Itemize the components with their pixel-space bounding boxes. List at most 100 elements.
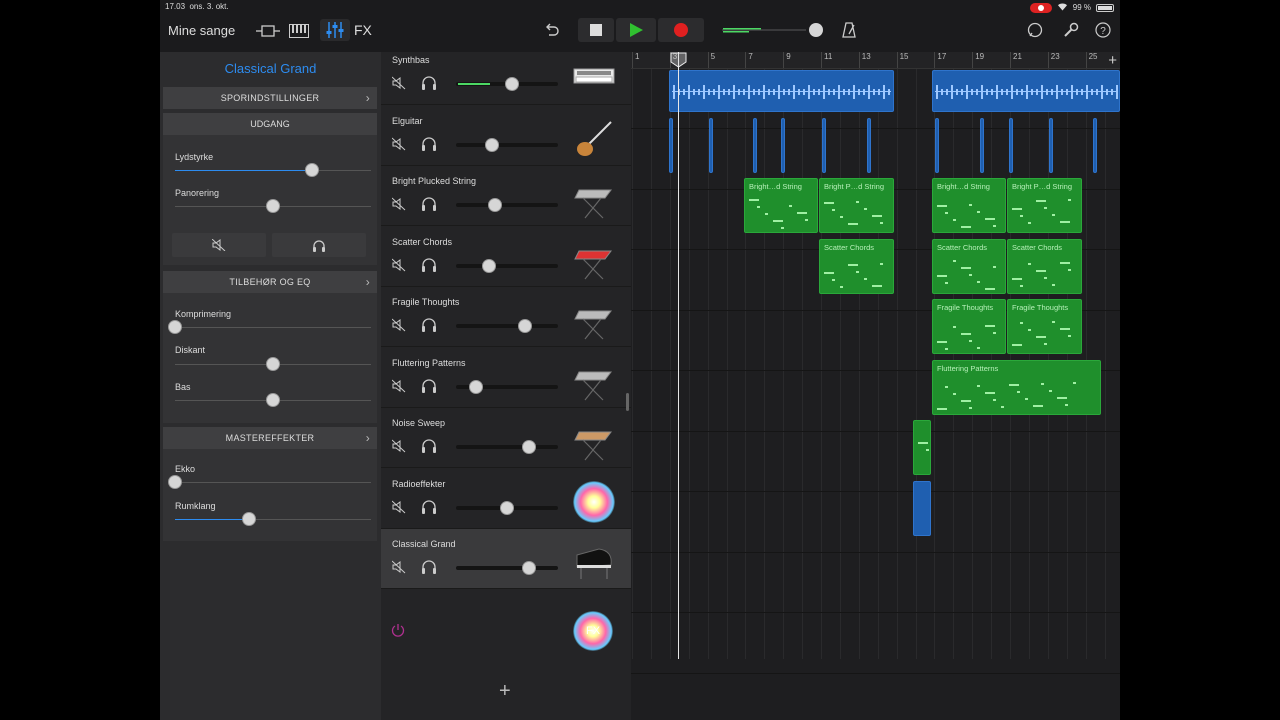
headphones-icon[interactable] [421, 378, 437, 393]
track-volume-slider[interactable] [456, 258, 558, 273]
region-synthbas-1[interactable] [669, 70, 894, 112]
stop-button[interactable] [578, 18, 614, 42]
track-header[interactable]: Bright Plucked String [381, 166, 631, 226]
track-volume-knob[interactable] [505, 77, 520, 91]
track-volume-knob[interactable] [469, 379, 484, 394]
loop-browser-icon[interactable] [1025, 20, 1045, 40]
speaker-mute-icon[interactable] [392, 197, 406, 211]
master-effects-header[interactable]: MASTEREFFEKTER › [163, 427, 377, 449]
add-track-button[interactable]: + [499, 680, 511, 703]
guitar-hit[interactable] [753, 118, 757, 173]
track-volume-slider[interactable] [456, 500, 558, 515]
speaker-mute-icon[interactable] [392, 137, 406, 151]
volume-slider-knob[interactable] [305, 163, 320, 177]
region-radio-effects[interactable] [913, 481, 931, 536]
track-header[interactable]: Classical Grand [381, 529, 631, 589]
guitar-hit[interactable] [1049, 118, 1053, 173]
track-volume-knob[interactable] [518, 319, 533, 333]
track-volume-knob[interactable] [484, 137, 499, 152]
track-volume-slider[interactable] [456, 137, 558, 152]
headphones-icon[interactable] [421, 560, 437, 574]
treble-slider[interactable] [175, 357, 371, 371]
track-header[interactable]: Elguitar [381, 106, 631, 166]
track-volume-slider[interactable] [456, 561, 558, 575]
add-section-button[interactable]: + [1108, 52, 1117, 69]
pan-slider[interactable] [175, 199, 371, 213]
playhead[interactable] [678, 52, 679, 659]
play-button[interactable] [616, 18, 656, 42]
guitar-hit[interactable] [781, 118, 785, 173]
headphones-icon[interactable] [421, 499, 437, 514]
power-icon[interactable] [391, 623, 405, 642]
echo-slider[interactable] [168, 475, 371, 489]
compression-slider-knob[interactable] [168, 320, 182, 334]
track-volume-slider[interactable] [456, 379, 558, 394]
treble-slider-knob[interactable] [266, 357, 280, 371]
region-synthbas-2[interactable] [932, 70, 1120, 112]
timeline-ruler[interactable]: 1 3 5 7 9 11 13 15 17 19 21 23 25 [631, 52, 1120, 69]
mixer-icon[interactable] [320, 19, 350, 41]
track-volume-slider[interactable] [456, 198, 558, 212]
guitar-hit[interactable] [709, 118, 713, 173]
compression-slider[interactable] [168, 320, 371, 334]
bass-slider[interactable] [175, 393, 371, 407]
guitar-hit[interactable] [822, 118, 826, 173]
my-songs-button[interactable]: Mine sange [168, 23, 235, 38]
playhead-handle[interactable] [670, 52, 687, 68]
speaker-mute-icon[interactable] [392, 439, 406, 453]
master-fx-track[interactable]: FX [381, 601, 631, 661]
keyboard-icon[interactable] [287, 21, 311, 41]
region-fragile-2[interactable]: Fragile Thoughts [1007, 299, 1082, 354]
track-volume-knob[interactable] [522, 440, 537, 454]
track-header[interactable]: Synthbas [381, 45, 631, 105]
track-scrollbar[interactable] [626, 393, 629, 411]
track-header[interactable]: Fragile Thoughts [381, 287, 631, 347]
region-bright-2[interactable]: Bright P…d String [819, 178, 894, 233]
headphones-icon[interactable] [421, 197, 437, 211]
headphones-icon[interactable] [421, 257, 437, 272]
speaker-mute-icon[interactable] [392, 560, 406, 574]
track-header[interactable]: Scatter Chords [381, 227, 631, 287]
region-scatter-3[interactable]: Scatter Chords [1007, 239, 1082, 294]
track-header[interactable]: Noise Sweep [381, 408, 631, 468]
guitar-hit[interactable] [935, 118, 939, 173]
region-noise-sweep[interactable] [913, 420, 931, 475]
plugins-eq-header[interactable]: TILBEHØR OG EQ › [163, 271, 377, 293]
headphones-icon[interactable] [421, 439, 437, 453]
speaker-mute-icon[interactable] [392, 258, 406, 272]
guitar-hit[interactable] [867, 118, 871, 173]
region-fragile-1[interactable]: Fragile Thoughts [932, 299, 1006, 354]
track-volume-slider[interactable] [456, 319, 558, 333]
track-volume-knob[interactable] [522, 561, 537, 575]
pan-slider-knob[interactable] [266, 199, 280, 213]
speaker-mute-icon[interactable] [392, 379, 406, 393]
region-bright-1[interactable]: Bright…d String [744, 178, 818, 233]
reverb-slider[interactable] [175, 512, 371, 526]
track-header[interactable]: Radioeffekter [381, 469, 631, 529]
fx-button[interactable]: FX [354, 22, 372, 38]
speaker-mute-icon[interactable] [392, 500, 406, 514]
guitar-hit[interactable] [1093, 118, 1097, 173]
guitar-hit[interactable] [1009, 118, 1013, 173]
settings-wrench-icon[interactable] [1061, 20, 1081, 40]
headphones-icon[interactable] [421, 136, 437, 151]
speaker-mute-icon[interactable] [392, 76, 406, 90]
track-settings-header[interactable]: SPORINDSTILLINGER › [163, 87, 377, 109]
region-scatter-1[interactable]: Scatter Chords [819, 239, 894, 294]
undo-icon[interactable] [542, 20, 562, 40]
track-volume-knob[interactable] [487, 198, 502, 212]
track-volume-knob[interactable] [481, 258, 496, 273]
reverb-slider-knob[interactable] [242, 512, 257, 526]
headphones-icon[interactable] [421, 76, 437, 90]
master-volume-slider[interactable] [720, 22, 826, 38]
guitar-hit[interactable] [980, 118, 984, 173]
help-icon[interactable]: ? [1093, 20, 1113, 40]
track-volume-knob[interactable] [500, 500, 514, 515]
bass-slider-knob[interactable] [266, 393, 280, 407]
echo-slider-knob[interactable] [168, 475, 182, 489]
region-fluttering-1[interactable]: Fluttering Patterns [932, 360, 1101, 415]
guitar-hit[interactable] [669, 118, 673, 173]
region-bright-4[interactable]: Bright P…d String [1007, 178, 1082, 233]
region-scatter-2[interactable]: Scatter Chords [932, 239, 1006, 294]
headphones-icon[interactable] [421, 318, 437, 332]
